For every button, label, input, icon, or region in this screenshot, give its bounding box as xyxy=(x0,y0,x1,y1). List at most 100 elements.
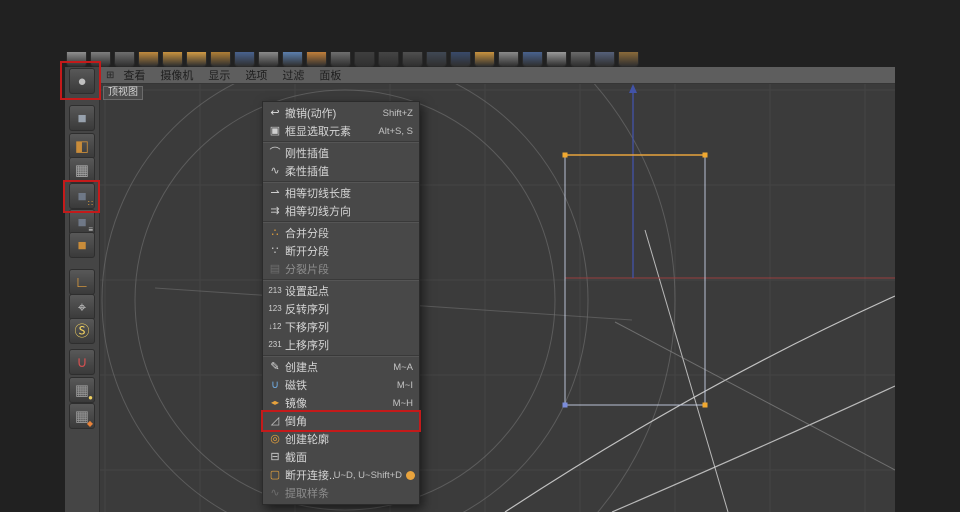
top-toolbar-icon-07[interactable] xyxy=(210,52,231,67)
menu-item-soft-interpolation[interactable]: ∿柔性插值 xyxy=(263,162,419,180)
top-toolbar-icon-06[interactable] xyxy=(186,52,207,67)
top-toolbar-icon-10[interactable] xyxy=(282,52,303,67)
quantize-button[interactable]: ▦◆ xyxy=(69,403,95,429)
menu-item-set-first-point[interactable]: 213设置起点 xyxy=(263,282,419,300)
top-toolbar-icon-11[interactable] xyxy=(306,52,327,67)
viewport-tool-button[interactable]: ⌖ xyxy=(69,294,95,320)
menu-separator xyxy=(263,221,419,223)
grid-menu-icon[interactable]: ⊞ xyxy=(106,70,114,81)
soft-interpolation-label: 柔性插值 xyxy=(285,163,417,179)
diagonal-guide xyxy=(615,322,895,470)
polygons-mode-icon: ■ xyxy=(77,238,86,253)
top-toolbar-icon-22[interactable] xyxy=(570,52,591,67)
point-bottom-left[interactable] xyxy=(563,403,568,408)
menu-item-create-point[interactable]: ✎创建点M~A xyxy=(263,358,419,376)
point-bottom-right[interactable] xyxy=(703,403,708,408)
point-top-right[interactable] xyxy=(703,153,708,158)
top-toolbar-icon-05[interactable] xyxy=(162,52,183,67)
undo-action-icon: ↩ xyxy=(265,104,285,122)
menubar-item-1[interactable]: 摄像机 xyxy=(160,67,193,83)
menu-item-cross-section[interactable]: ⊟截面 xyxy=(263,448,419,466)
viewport-tool-icon: ⌖ xyxy=(78,300,86,315)
menu-item-chamfer[interactable]: ◿倒角 xyxy=(263,412,419,430)
top-toolbar-icon-03[interactable] xyxy=(114,52,135,67)
top-toolbar-icon-14[interactable] xyxy=(378,52,399,67)
menu-item-join-segment[interactable]: ∴合并分段 xyxy=(263,224,419,242)
create-outline-icon: ◎ xyxy=(265,430,285,448)
menu-item-equal-tangent-direction[interactable]: ⇉相等切线方向 xyxy=(263,202,419,220)
menubar-item-3[interactable]: 选项 xyxy=(245,67,267,83)
top-toolbar-icon-02[interactable] xyxy=(90,52,111,67)
menubar-item-4[interactable]: 过滤 xyxy=(282,67,304,83)
magnet-snap-icon: ∪ xyxy=(77,355,88,370)
menu-item-magnet[interactable]: ∪磁铁M~I xyxy=(263,376,419,394)
menubar-item-5[interactable]: 面板 xyxy=(319,67,341,83)
options-gear-icon[interactable] xyxy=(406,471,415,480)
join-segment-label: 合并分段 xyxy=(285,225,417,241)
top-toolbar-icon-20[interactable] xyxy=(522,52,543,67)
top-toolbar-icon-24[interactable] xyxy=(618,52,639,67)
equal-tangent-length-icon: ⇀ xyxy=(265,184,285,202)
menu-item-mirror[interactable]: ◂▸镜像M~H xyxy=(263,394,419,412)
menu-item-extract-spline[interactable]: ∿提取样条 xyxy=(263,484,419,502)
enable-axis-button[interactable]: ∟ xyxy=(69,269,95,295)
frame-selected-elements-icon: ▣ xyxy=(265,122,285,140)
menu-separator xyxy=(263,181,419,183)
menubar-item-0[interactable]: 查看 xyxy=(123,67,145,83)
top-toolbar-icon-19[interactable] xyxy=(498,52,519,67)
texture-mode-button[interactable]: ◧ xyxy=(69,133,95,159)
create-point-shortcut: M~A xyxy=(393,362,417,373)
menu-item-undo-action[interactable]: ↩撤销(动作)Shift+Z xyxy=(263,104,419,122)
viewport[interactable]: 顶视图 xyxy=(100,84,895,512)
top-toolbar-icon-08[interactable] xyxy=(234,52,255,67)
top-toolbar-icon-09[interactable] xyxy=(258,52,279,67)
top-toolbar-icon-01[interactable] xyxy=(66,52,87,67)
edges-mode-icon: ■ xyxy=(77,215,86,230)
polygons-mode-button[interactable]: ■ xyxy=(69,232,95,258)
menu-item-equal-tangent-length[interactable]: ⇀相等切线长度 xyxy=(263,184,419,202)
undo-action-label: 撤销(动作) xyxy=(285,105,383,121)
top-toolbar-icon-15[interactable] xyxy=(402,52,423,67)
menubar-item-2[interactable]: 显示 xyxy=(208,67,230,83)
create-point-label: 创建点 xyxy=(285,359,393,375)
rigid-interpolation-label: 刚性插值 xyxy=(285,145,417,161)
workplane-lock-button[interactable]: ▦● xyxy=(69,377,95,403)
top-toolbar-icon-12[interactable] xyxy=(330,52,351,67)
model-mode-button[interactable]: ■ xyxy=(69,105,95,131)
menu-item-split-fragment[interactable]: ▤分裂片段 xyxy=(263,260,419,278)
top-toolbar-icon-16[interactable] xyxy=(426,52,447,67)
mirror-icon: ◂▸ xyxy=(265,394,285,412)
points-mode-button[interactable]: ■∷ xyxy=(69,183,95,209)
menu-item-create-outline[interactable]: ◎创建轮廓 xyxy=(263,430,419,448)
workplane-lock-sub-icon: ● xyxy=(88,394,93,402)
top-toolbar-icon-17[interactable] xyxy=(450,52,471,67)
make-editable-button[interactable]: ● xyxy=(69,68,95,94)
desktop-background: { "window": { "viewport_label": "顶视图" },… xyxy=(0,0,960,512)
menu-item-break-segment[interactable]: ∵断开分段 xyxy=(263,242,419,260)
viewport-label[interactable]: 顶视图 xyxy=(103,86,143,100)
workplane-mode-button[interactable]: ▦ xyxy=(69,157,95,183)
point-top-left[interactable] xyxy=(563,153,568,158)
top-toolbar-icon-21[interactable] xyxy=(546,52,567,67)
menu-item-frame-selected-elements[interactable]: ▣框显选取元素Alt+S, S xyxy=(263,122,419,140)
viewport-menubar: ⊞ 查看摄像机显示选项过滤面板 xyxy=(100,67,895,84)
top-toolbar-icon-18[interactable] xyxy=(474,52,495,67)
magnet-snap-button[interactable]: ∪ xyxy=(69,349,95,375)
snap-s-button[interactable]: Ⓢ xyxy=(69,318,95,344)
y-axis-arrow-icon xyxy=(629,84,637,93)
mirror-shortcut: M~H xyxy=(393,398,417,409)
menu-item-rigid-interpolation[interactable]: ⌒刚性插值 xyxy=(263,144,419,162)
top-toolbar-icon-23[interactable] xyxy=(594,52,615,67)
menu-item-move-down-sequence[interactable]: ↓12下移序列 xyxy=(263,318,419,336)
points-mode-sub-icon: ∷ xyxy=(88,200,93,208)
top-toolbar-icon-13[interactable] xyxy=(354,52,375,67)
top-toolbar-icon-04[interactable] xyxy=(138,52,159,67)
menu-item-reverse-sequence[interactable]: 123反转序列 xyxy=(263,300,419,318)
move-down-sequence-icon: ↓12 xyxy=(265,318,285,336)
menu-item-move-up-sequence[interactable]: 231上移序列 xyxy=(263,336,419,354)
menu-item-disconnect[interactable]: ▢断开连接...U~D, U~Shift+D xyxy=(263,466,419,484)
context-menu: ↩撤销(动作)Shift+Z▣框显选取元素Alt+S, S ⌒刚性插值∿柔性插值 ⇀… xyxy=(262,101,420,505)
disconnect-label: 断开连接... xyxy=(285,467,334,483)
frame-selected-elements-shortcut: Alt+S, S xyxy=(378,126,417,137)
extract-spline-label: 提取样条 xyxy=(285,485,417,501)
